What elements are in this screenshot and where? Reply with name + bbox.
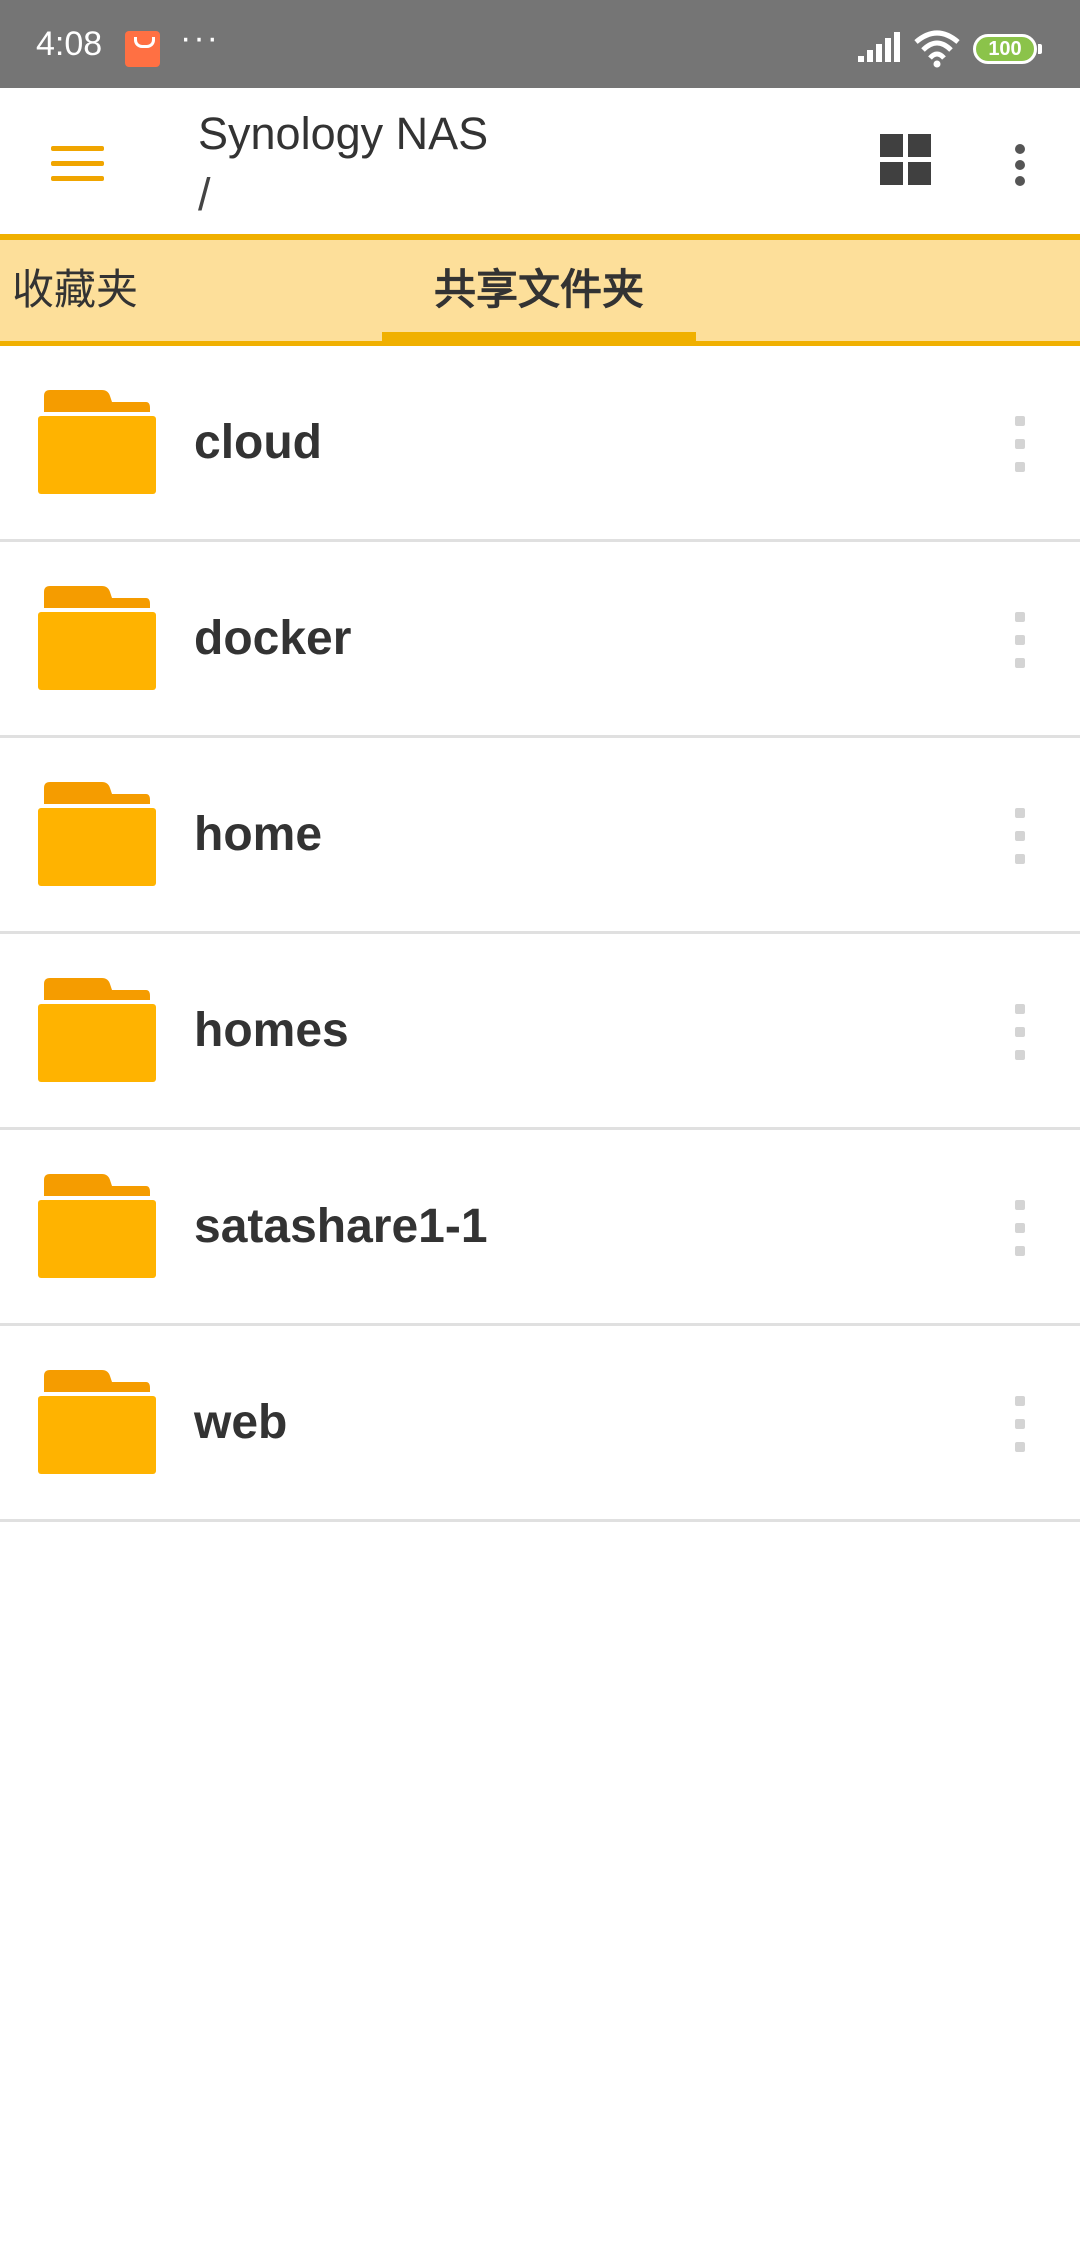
status-bar: 4:08 ··· 100 bbox=[0, 0, 1080, 88]
folder-name: web bbox=[194, 1396, 288, 1449]
tab-bar: 收藏夹 共享文件夹 bbox=[0, 234, 1080, 346]
list-item[interactable]: cloud bbox=[0, 346, 1080, 542]
status-time: 4:08 bbox=[36, 25, 103, 63]
list-item[interactable]: satashare1-1 bbox=[0, 1130, 1080, 1326]
folder-icon bbox=[38, 978, 156, 1082]
item-more-icon[interactable] bbox=[1004, 1196, 1038, 1260]
menu-icon-bar bbox=[51, 146, 104, 151]
folder-name: satashare1-1 bbox=[194, 1200, 488, 1253]
menu-button[interactable] bbox=[30, 130, 124, 200]
more-vert-icon[interactable] bbox=[995, 132, 1045, 196]
tab-indicator bbox=[382, 332, 696, 341]
folder-icon bbox=[38, 390, 156, 494]
grid-view-icon[interactable] bbox=[876, 130, 938, 192]
item-more-icon[interactable] bbox=[1004, 804, 1038, 868]
folder-name: home bbox=[194, 808, 323, 861]
menu-icon-bar bbox=[51, 161, 104, 166]
folder-icon bbox=[38, 1174, 156, 1278]
list-item[interactable]: homes bbox=[0, 934, 1080, 1130]
item-more-icon[interactable] bbox=[1004, 1000, 1038, 1064]
more-notifications-icon: ··· bbox=[180, 19, 220, 57]
shopping-notification-icon bbox=[125, 31, 160, 67]
tab-favorites[interactable]: 收藏夹 bbox=[12, 240, 138, 341]
folder-list: cloud docker home homes satashare1-1 web bbox=[0, 346, 1080, 1522]
folder-name: homes bbox=[194, 1004, 349, 1057]
item-more-icon[interactable] bbox=[1004, 608, 1038, 672]
folder-icon bbox=[38, 1370, 156, 1474]
list-item[interactable]: home bbox=[0, 738, 1080, 934]
item-more-icon[interactable] bbox=[1004, 1392, 1038, 1456]
list-item[interactable]: web bbox=[0, 1326, 1080, 1522]
battery-icon: 100 bbox=[973, 34, 1042, 64]
tab-shared-folders[interactable]: 共享文件夹 bbox=[382, 240, 696, 341]
folder-icon bbox=[38, 782, 156, 886]
signal-icon bbox=[858, 32, 900, 62]
app-bar: Synology NAS / bbox=[0, 88, 1080, 234]
app-title: Synology NAS bbox=[198, 108, 489, 159]
folder-icon bbox=[38, 586, 156, 690]
menu-icon-bar bbox=[51, 176, 104, 181]
list-item[interactable]: docker bbox=[0, 542, 1080, 738]
folder-name: docker bbox=[194, 612, 352, 665]
wifi-icon bbox=[914, 30, 960, 68]
current-path: / bbox=[198, 169, 211, 220]
item-more-icon[interactable] bbox=[1004, 412, 1038, 476]
folder-name: cloud bbox=[194, 416, 322, 469]
